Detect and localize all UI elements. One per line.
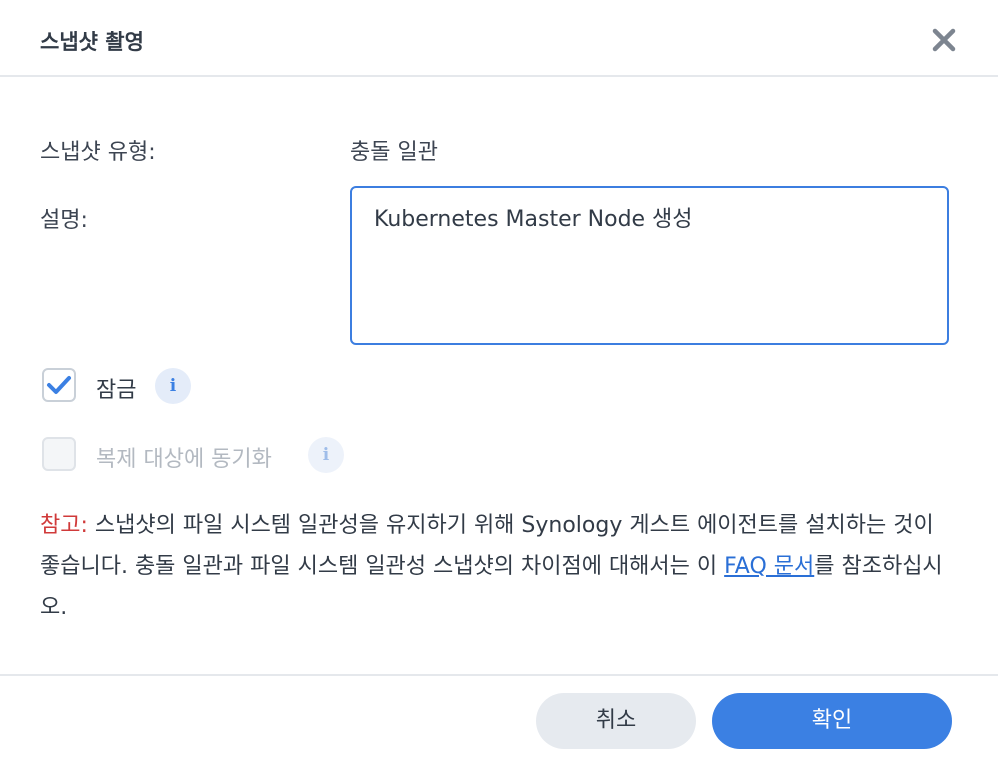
info-icon[interactable]: i [155, 368, 191, 404]
sync-checkbox[interactable] [42, 437, 76, 471]
confirm-button[interactable]: 확인 [712, 693, 952, 749]
description-textarea[interactable]: Kubernetes Master Node 생성 [350, 186, 949, 345]
snapshot-type-label: 스냅샷 유형: [40, 140, 156, 165]
close-icon[interactable] [928, 24, 960, 56]
lock-checkbox[interactable] [42, 368, 76, 402]
description-label: 설명: [40, 208, 88, 233]
note-prefix: 참고: [40, 513, 88, 538]
checkmark-icon [47, 376, 71, 394]
snapshot-type-value: 충돌 일관 [350, 140, 438, 165]
note-text: 참고: 스냅샷의 파일 시스템 일관성을 유지하기 위해 Synology 게스… [40, 505, 950, 628]
faq-link[interactable]: FAQ 문서 [724, 554, 814, 579]
dialog-header: 스냅샷 촬영 [0, 0, 998, 77]
description-value: Kubernetes Master Node 생성 [374, 207, 693, 232]
lock-label[interactable]: 잠금 [96, 372, 136, 404]
sync-label: 복제 대상에 동기화 [96, 447, 272, 472]
snapshot-dialog: 스냅샷 촬영 스냅샷 유형: 충돌 일관 설명: Kubernetes Mast… [0, 0, 998, 778]
dialog-title: 스냅샷 촬영 [40, 30, 144, 54]
cancel-button[interactable]: 취소 [536, 693, 696, 749]
info-icon[interactable]: i [308, 437, 344, 473]
